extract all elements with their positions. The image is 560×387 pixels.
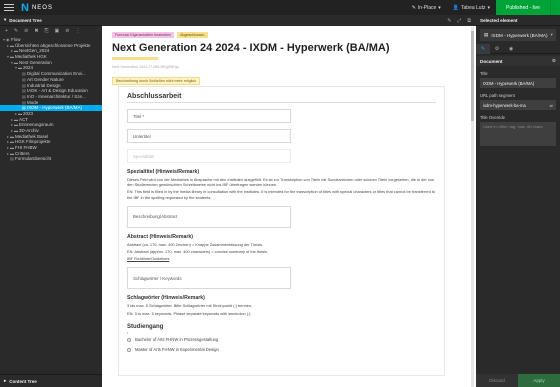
warning-note: Beschreibung durch Schließen nicht mehr …: [112, 77, 201, 85]
publish-dropdown-button[interactable]: [550, 0, 560, 15]
content-canvas: ✎ ⤢ ⧉ Formular Eigenschaften bearbeiten …: [102, 15, 476, 387]
tree-toolbar: + ✎ ⊘ ✖ ⎘ ▣ ⊘ ⋮: [0, 26, 102, 36]
divider: [127, 102, 436, 103]
abstract-heading: Abstract (Hinweis/Remark): [127, 233, 194, 240]
document-tree: ▾ ◉ Flow ▸ ▬ Übersichten abgeschlossene Proje…: [0, 36, 102, 162]
form-abschlussarbeit: Abschlussarbeit Titel * Untertitel Spezi…: [118, 86, 445, 376]
tree-tool-icon[interactable]: ✖: [34, 28, 38, 34]
titel-field[interactable]: Titel *: [127, 109, 291, 123]
keywords-heading: Schlagwörter (Hinweis/Remark): [127, 295, 205, 302]
beschreibung-field[interactable]: Beschreibung/Abstract: [127, 205, 291, 228]
scrollbar-thumb[interactable]: [471, 31, 474, 121]
tree-node-label: IXDM - Hyperwerk (BA/MA): [27, 105, 83, 111]
radio-button[interactable]: [127, 337, 131, 342]
abstract-text: Abstract (ca. 170, max. 400 Zeichen) = K…: [127, 241, 264, 247]
keywords-text-en: EN: 3 to max. 5 keywords. Please separat…: [127, 310, 252, 316]
canvas-scrollbar[interactable]: [471, 27, 474, 387]
keywords-text: 3 bis max. 5 Schlagwörter. Bitte Schlagw…: [127, 303, 253, 309]
url-label: URL path segment: [480, 93, 515, 98]
publish-label: Published - live: [506, 4, 540, 11]
tree-tool-icon[interactable]: ⎘: [45, 28, 49, 34]
left-sidebar: ▾ Document Tree + ✎ ⊘ ✖ ⎘ ▣ ⊘ ⋮ ▾ ◉ Flow ▸ ▬ Übersich…: [0, 15, 102, 387]
status-badge: Abgeschlossen: [177, 32, 208, 38]
meta-text: Next Generation 2024 27-MM-BE/g/BE/go: [112, 65, 180, 69]
selected-element-dropdown[interactable]: ▤ IXDM - Hyperwerk (BA/MA) ▾: [480, 29, 556, 41]
radio-button[interactable]: [127, 347, 131, 352]
gear-icon: ⚙: [551, 58, 556, 63]
menu-icon[interactable]: [4, 4, 14, 11]
discard-button[interactable]: Discard: [476, 374, 518, 387]
url-input[interactable]: ixdm-hyperwerk-ba-ma ⇄: [480, 100, 556, 110]
tab-seo-icon[interactable]: ◉: [504, 46, 518, 52]
spezialtitel-text: Dieses Feld wird von der Mediathek in Ab…: [127, 177, 435, 188]
title-override-textarea[interactable]: Used in <title> tag, max. 60 chars: [480, 122, 556, 146]
fullscreen-icon[interactable]: ⤢: [457, 18, 461, 24]
status-chips: Formular Eigenschaften bearbeiten Abgesc…: [112, 32, 464, 38]
inspector-tabs: ✎ ⚙ ◉: [476, 43, 560, 54]
chevron-down-icon: ▾: [438, 4, 441, 11]
studiengang-option[interactable]: Master of Arts FHNW in Experimental Desi…: [127, 345, 436, 355]
page: Formular Eigenschaften bearbeiten Abgesc…: [112, 28, 464, 87]
tree-tool-icon[interactable]: ⊘: [24, 28, 28, 34]
pencil-icon: ✎: [411, 4, 416, 11]
inspector-header: Selected element: [476, 15, 560, 26]
tree-node-label: Formularübersicht: [15, 156, 52, 162]
neos-logo: N NEOS: [21, 1, 53, 14]
guidelines-link[interactable]: IBF Richtlinie/Guidelines: [127, 256, 439, 261]
title-input[interactable]: IXDM - Hyperwerk (BA/MA): [480, 78, 556, 88]
tree-tool-icon[interactable]: ▣: [55, 28, 60, 34]
title-label: Title: [480, 71, 488, 76]
canvas-toolbar: ✎ ⤢ ⧉: [102, 15, 476, 26]
sync-icon[interactable]: ⇄: [549, 103, 553, 108]
user-icon: 👤: [452, 4, 460, 11]
chevron-down-icon: ▾: [4, 17, 7, 22]
content-tree-header[interactable]: ▸ Content Tree: [0, 374, 102, 387]
publish-button[interactable]: Published - live: [496, 0, 550, 15]
document-tree-header[interactable]: ▾ Document Tree: [0, 15, 102, 26]
chevron-down-icon: ▾: [487, 4, 490, 11]
tree-tool-icon[interactable]: +: [5, 28, 8, 34]
spezialtitel-text-en: EN: This field is filled in by the media…: [127, 189, 436, 200]
user-menu[interactable]: 👤 Tabea Lutz ▾: [447, 5, 496, 11]
top-bar: N NEOS ✎ In-Place ▾ 👤 Tabea Lutz ▾ Published …: [0, 0, 560, 15]
spezialtitel-field[interactable]: Spezialtitel: [127, 149, 291, 163]
title-override-label: Title Override: [480, 115, 505, 120]
tab-edit-pencil-icon[interactable]: ✎: [476, 43, 490, 54]
external-link-icon[interactable]: ⧉: [467, 18, 471, 24]
chevron-right-icon: ▸: [4, 378, 7, 383]
abstract-text-en: EN: Abstract (approx. 170, max. 400 char…: [127, 249, 269, 255]
document-group-header[interactable]: Document ⚙: [476, 56, 560, 66]
tree-tool-icon[interactable]: ⊘: [65, 28, 69, 34]
chevron-down-icon: ▾: [550, 32, 553, 37]
untertitel-field[interactable]: Untertitel: [127, 129, 291, 143]
edit-form-chip[interactable]: Formular Eigenschaften bearbeiten: [112, 32, 175, 38]
apply-button[interactable]: Apply: [518, 374, 560, 387]
edit-preview-mode[interactable]: ✎ In-Place ▾: [406, 5, 447, 11]
document-icon: ▤: [484, 32, 489, 37]
studiengang-option[interactable]: Bachelor of Arts FHNW in Prozessgestaltu…: [127, 335, 436, 345]
keywords-field[interactable]: Schlagwörter / Keywords: [127, 267, 291, 290]
page-title[interactable]: Next Generation 24 2024 - IXDM - Hyperwe…: [112, 42, 464, 54]
edit-icon[interactable]: ✎: [447, 18, 451, 24]
inspector-footer: Discard Apply: [476, 374, 560, 387]
tab-settings-gear-icon[interactable]: ⚙: [490, 46, 504, 52]
spezialtitel-heading: Spezialtitel (Hinweis/Remark): [127, 169, 200, 175]
section-title: Abschlussarbeit: [127, 93, 182, 100]
tree-tool-icon[interactable]: ✎: [14, 28, 18, 34]
neos-backend: N NEOS ✎ In-Place ▾ 👤 Tabea Lutz ▾ Published …: [0, 0, 560, 387]
status-bar: [112, 57, 158, 60]
tree-tool-icon[interactable]: ⋮: [75, 28, 80, 34]
tree-node[interactable]: ▤ Formularübersicht: [0, 156, 102, 162]
inspector: Selected element ▤ IXDM - Hyperwerk (BA/M…: [476, 15, 560, 387]
